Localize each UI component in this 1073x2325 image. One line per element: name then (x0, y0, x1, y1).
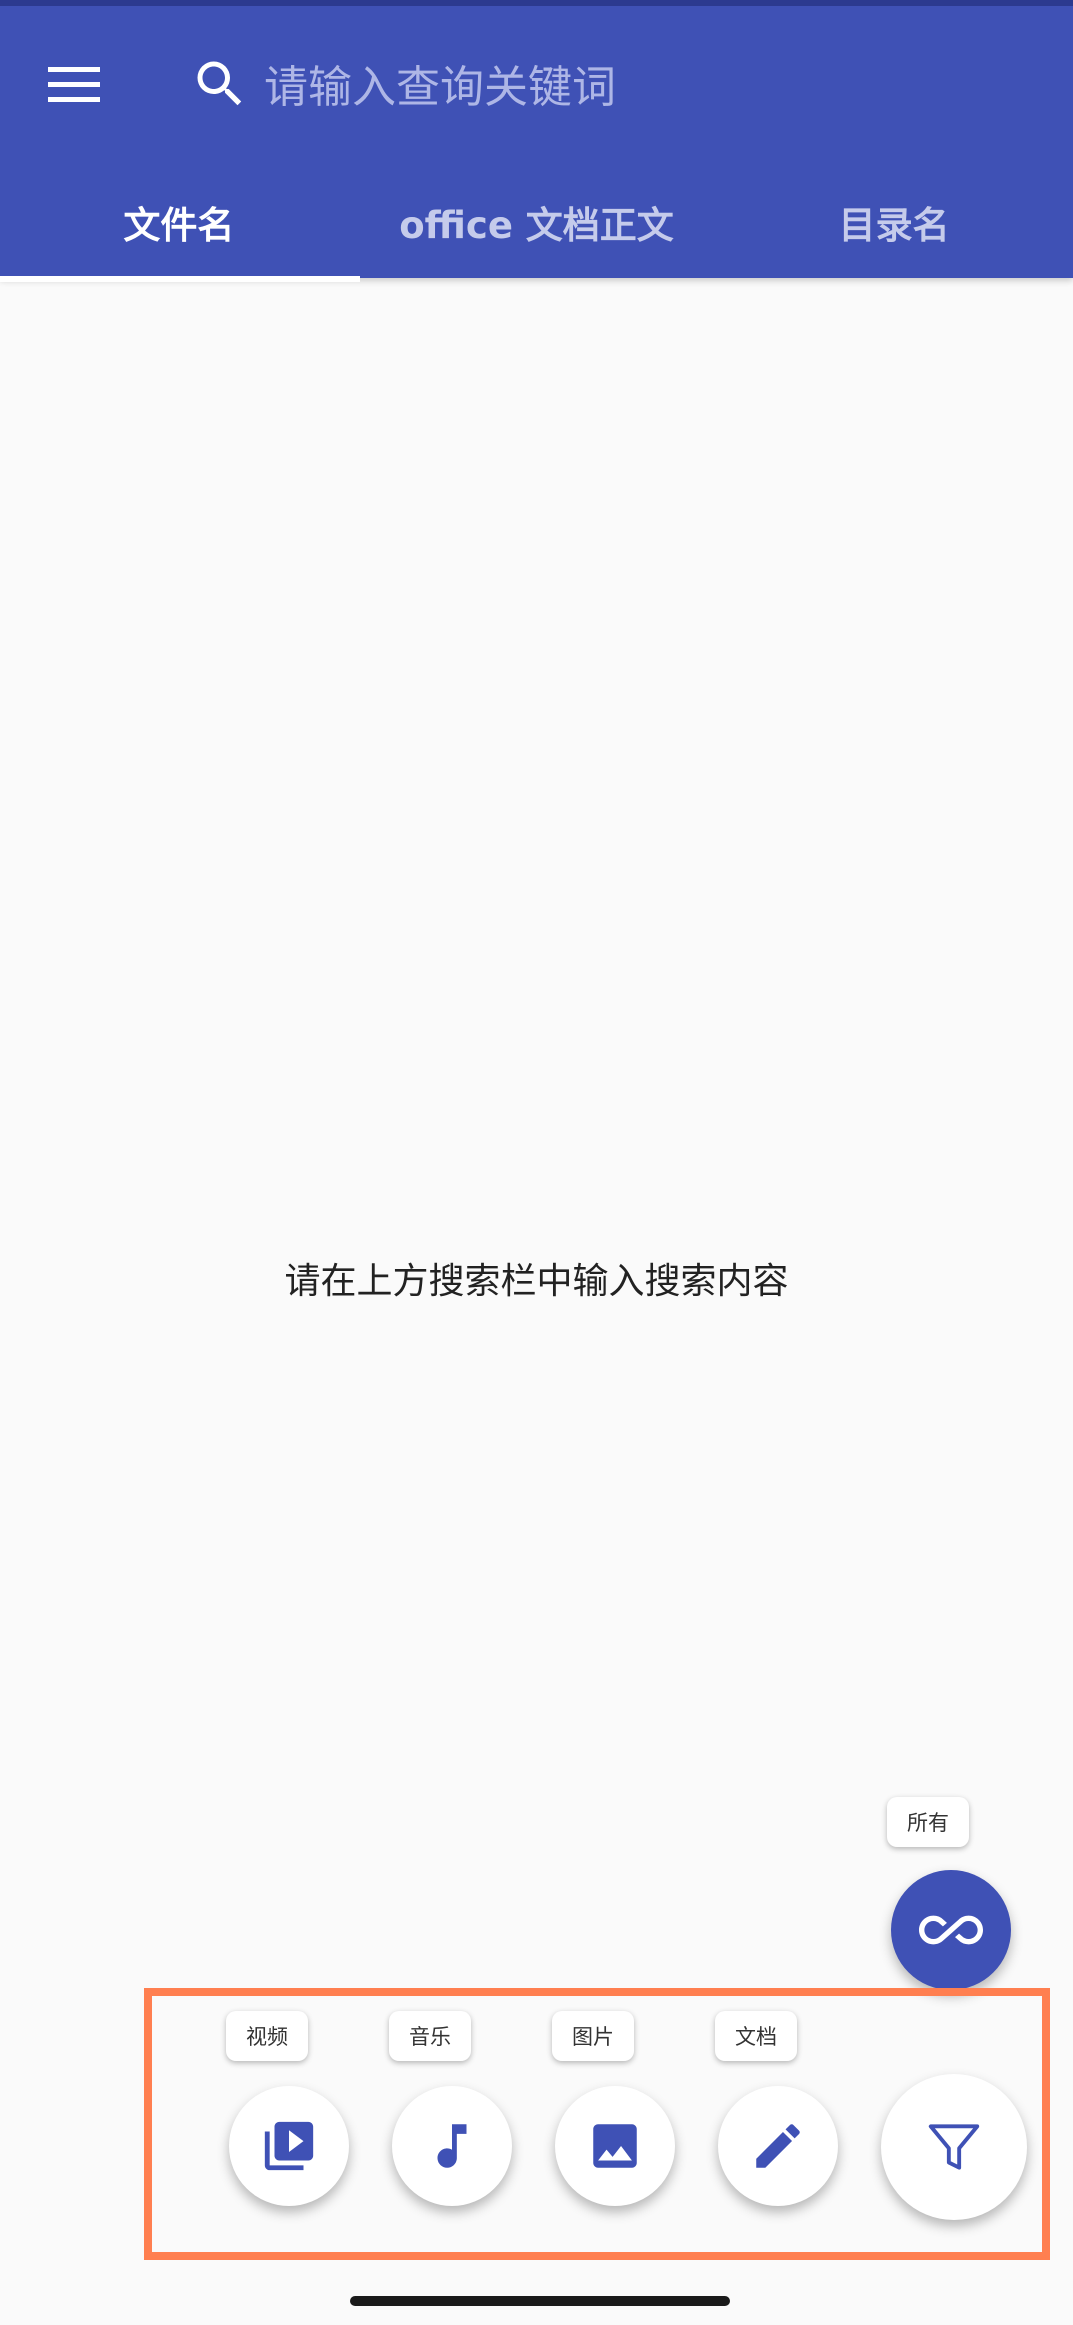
tab-filename[interactable]: 文件名 (0, 160, 358, 284)
pencil-icon (756, 2124, 800, 2168)
image-icon (593, 2124, 637, 2168)
filter-music-button[interactable] (392, 2086, 512, 2206)
home-indicator (350, 2296, 730, 2306)
music-note-icon (437, 2124, 467, 2168)
tab-bar: 文件名 office 文档正文 目录名 (0, 160, 1073, 284)
app-bar: 文件名 office 文档正文 目录名 (0, 0, 1073, 282)
menu-button[interactable] (34, 50, 114, 120)
menu-icon (48, 67, 100, 102)
tab-office-content[interactable]: office 文档正文 (358, 160, 716, 284)
active-tab-indicator (0, 276, 360, 282)
filter-document-button[interactable] (718, 2086, 838, 2206)
infinity-icon (919, 1915, 983, 1945)
empty-state-message: 请在上方搜索栏中输入搜索内容 (284, 1261, 789, 1302)
label-video: 视频 (226, 2011, 308, 2061)
label-image: 图片 (552, 2011, 634, 2061)
label-music: 音乐 (389, 2011, 471, 2061)
filter-toggle-button[interactable] (881, 2074, 1027, 2220)
search-input[interactable] (262, 50, 1026, 124)
tab-directory-name[interactable]: 目录名 (715, 160, 1073, 284)
filter-all-button[interactable] (891, 1870, 1011, 1990)
label-all: 所有 (887, 1797, 969, 1847)
label-document: 文档 (715, 2011, 797, 2061)
filter-icon (928, 2124, 980, 2170)
video-library-icon (264, 2121, 314, 2171)
filter-image-button[interactable] (555, 2086, 675, 2206)
filter-video-button[interactable] (229, 2086, 349, 2206)
search-icon (197, 61, 242, 106)
